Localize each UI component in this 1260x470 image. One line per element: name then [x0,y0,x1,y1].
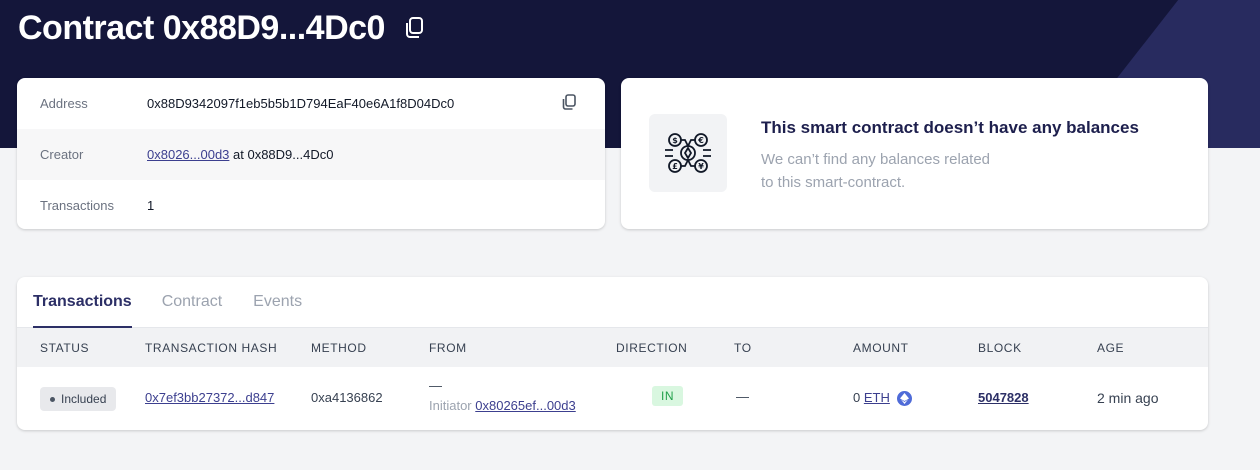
creator-row: Creator 0x8026...00d3 at 0x88D9...4Dc0 [17,129,605,180]
status-dot-icon [50,396,55,402]
table-header: STATUS TRANSACTION HASH METHOD FROM DIRE… [17,328,1208,367]
svg-text:€: € [697,136,704,145]
header-age: AGE [1097,341,1125,355]
title-row: Contract 0x88D9...4Dc0 [18,8,427,48]
amount-value: 0 [853,390,861,405]
amount-cell: 0 ETH [853,390,913,407]
svg-text:£: £ [672,162,678,171]
creator-suffix: at 0x88D9...4Dc0 [229,147,334,162]
balances-card: $ € £ ¥ This smart contract doesn’t have… [621,78,1208,229]
no-balances-desc-line1: We can’t find any balances related [761,151,991,168]
tab-transactions[interactable]: Transactions [33,277,132,328]
block-link[interactable]: 5047828 [978,390,1029,405]
table-row: Included 0x7ef3bb27372...d847 0xa4136862… [17,367,1208,430]
header-to: TO [734,341,752,355]
age-value: 2 min ago [1097,390,1159,406]
status-text: Included [61,392,107,406]
copy-icon[interactable] [401,15,427,41]
status-badge: Included [40,387,117,411]
header-method: METHOD [311,341,367,355]
no-balances-title: This smart contract doesn’t have any bal… [761,118,1139,137]
transactions-count: 1 [147,198,155,213]
tab-contract[interactable]: Contract [162,277,222,327]
initiator-cell: Initiator 0x80265ef...00d3 [429,398,576,413]
header-amount: AMOUNT [853,341,909,355]
method-value: 0xa4136862 [311,390,383,405]
amount-unit-link[interactable]: ETH [864,390,890,405]
tab-bar: Transactions Contract Events [17,277,1208,328]
svg-text:$: $ [672,136,678,145]
transactions-row: Transactions 1 [17,180,605,229]
from-value: — [429,378,442,393]
creator-value: 0x8026...00d3 at 0x88D9...4Dc0 [147,147,333,162]
copy-address-icon[interactable] [560,93,580,113]
transactions-label: Transactions [40,198,114,213]
to-value: — [736,389,749,404]
address-value: 0x88D9342097f1eb5b5b1D794EaF40e6A1f8D04D… [147,96,455,111]
transaction-hash-link[interactable]: 0x7ef3bb27372...d847 [145,390,274,405]
creator-link[interactable]: 0x8026...00d3 [147,147,229,162]
initiator-label: Initiator [429,398,472,413]
header-status: STATUS [40,341,90,355]
transactions-card: Transactions Contract Events STATUS TRAN… [17,277,1208,430]
direction-badge: IN [652,386,683,406]
currency-network-icon: $ € £ ¥ [649,114,727,192]
address-label: Address [40,96,88,111]
initiator-link[interactable]: 0x80265ef...00d3 [475,398,575,413]
header-from: FROM [429,341,467,355]
header-block: BLOCK [978,341,1022,355]
header-direction: DIRECTION [616,341,688,355]
page-title: Contract 0x88D9...4Dc0 [18,8,385,47]
direction-text: IN [652,386,683,406]
no-balances-desc-line2: to this smart-contract. [761,174,906,191]
address-row: Address 0x88D9342097f1eb5b5b1D794EaF40e6… [17,78,605,129]
tab-events[interactable]: Events [253,277,302,327]
contract-info-card: Address 0x88D9342097f1eb5b5b1D794EaF40e6… [17,78,605,229]
no-balances-description: We can’t find any balances related to th… [761,148,1021,194]
creator-label: Creator [40,147,84,162]
svg-text:¥: ¥ [698,162,704,171]
header-hash: TRANSACTION HASH [145,341,278,355]
eth-icon [897,391,913,407]
